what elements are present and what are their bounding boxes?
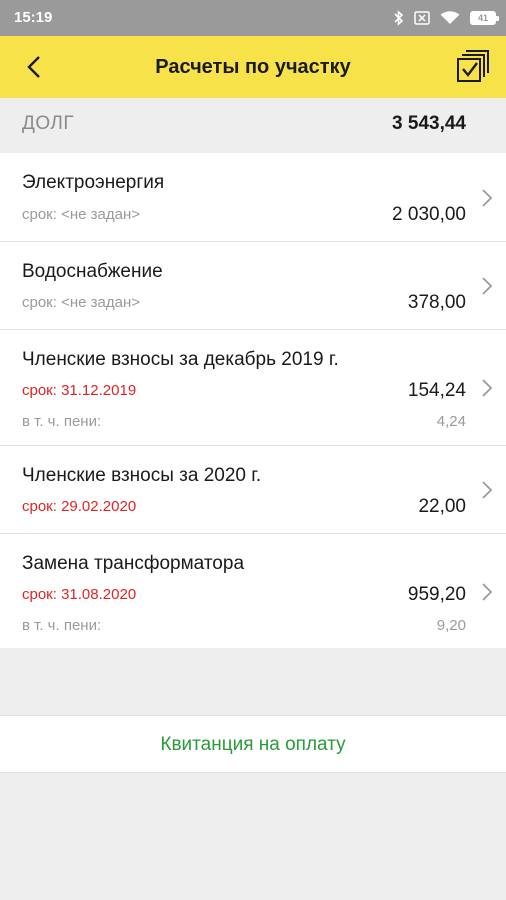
sim-off-icon: [414, 11, 430, 25]
chevron-right-icon: [482, 583, 493, 601]
item-name: Членские взносы за декабрь 2019 г.: [22, 349, 339, 370]
list-item[interactable]: Членские взносы за 2020 г. срок: 29.02.2…: [0, 446, 506, 534]
item-name: Водоснабжение: [22, 261, 163, 282]
item-peni-label: в т. ч. пени:: [22, 413, 102, 430]
item-due: срок: 31.12.2019: [22, 382, 137, 399]
status-time: 15:19: [14, 9, 53, 26]
debt-amount: 3 543,44: [392, 113, 466, 134]
chevron-right-icon: [482, 189, 493, 207]
page-title: Расчеты по участку: [155, 56, 351, 78]
status-bar: 15:19 41: [0, 0, 506, 36]
debt-label: ДОЛГ: [22, 113, 75, 134]
list-item[interactable]: Электроэнергия срок: <не задан> 2 030,00: [0, 153, 506, 242]
chevron-right-icon: [482, 277, 493, 295]
item-peni-amount: 4,24: [436, 413, 466, 430]
battery-icon: 41: [470, 11, 499, 25]
item-amount: 154,24: [407, 380, 466, 401]
item-name: Замена трансформатора: [22, 553, 245, 574]
checklist-icon: [457, 50, 489, 82]
bluetooth-icon: [394, 10, 404, 26]
charges-list: Электроэнергия срок: <не задан> 2 030,00…: [0, 153, 506, 648]
list-item[interactable]: Членские взносы за декабрь 2019 г. срок:…: [0, 330, 506, 446]
item-due: срок: <не задан>: [22, 294, 140, 311]
wifi-icon: [440, 11, 460, 25]
payment-receipt-label: Квитанция на оплату: [160, 734, 346, 755]
item-amount: 378,00: [407, 292, 466, 313]
item-amount: 2 030,00: [392, 204, 466, 225]
list-item[interactable]: Водоснабжение срок: <не задан> 378,00: [0, 242, 506, 330]
item-due: срок: 31.08.2020: [22, 586, 137, 603]
item-amount: 959,20: [407, 584, 466, 605]
app-header: Расчеты по участку: [0, 36, 506, 98]
list-item[interactable]: Замена трансформатора срок: 31.08.2020 9…: [0, 534, 506, 648]
select-all-button[interactable]: [456, 50, 490, 84]
battery-level: 41: [477, 13, 488, 23]
item-due: срок: 29.02.2020: [22, 498, 137, 515]
status-icons: 41: [394, 8, 499, 28]
item-name: Членские взносы за 2020 г.: [22, 465, 262, 486]
item-peni-amount: 9,20: [436, 617, 466, 634]
item-amount: 22,00: [418, 496, 466, 517]
item-name: Электроэнергия: [22, 172, 165, 193]
item-due: срок: <не задан>: [22, 206, 140, 223]
chevron-right-icon: [482, 379, 493, 397]
debt-summary: ДОЛГ 3 543,44: [0, 98, 506, 153]
chevron-right-icon: [482, 481, 493, 499]
item-peni-label: в т. ч. пени:: [22, 617, 102, 634]
payment-receipt-button[interactable]: Квитанция на оплату: [0, 715, 506, 773]
